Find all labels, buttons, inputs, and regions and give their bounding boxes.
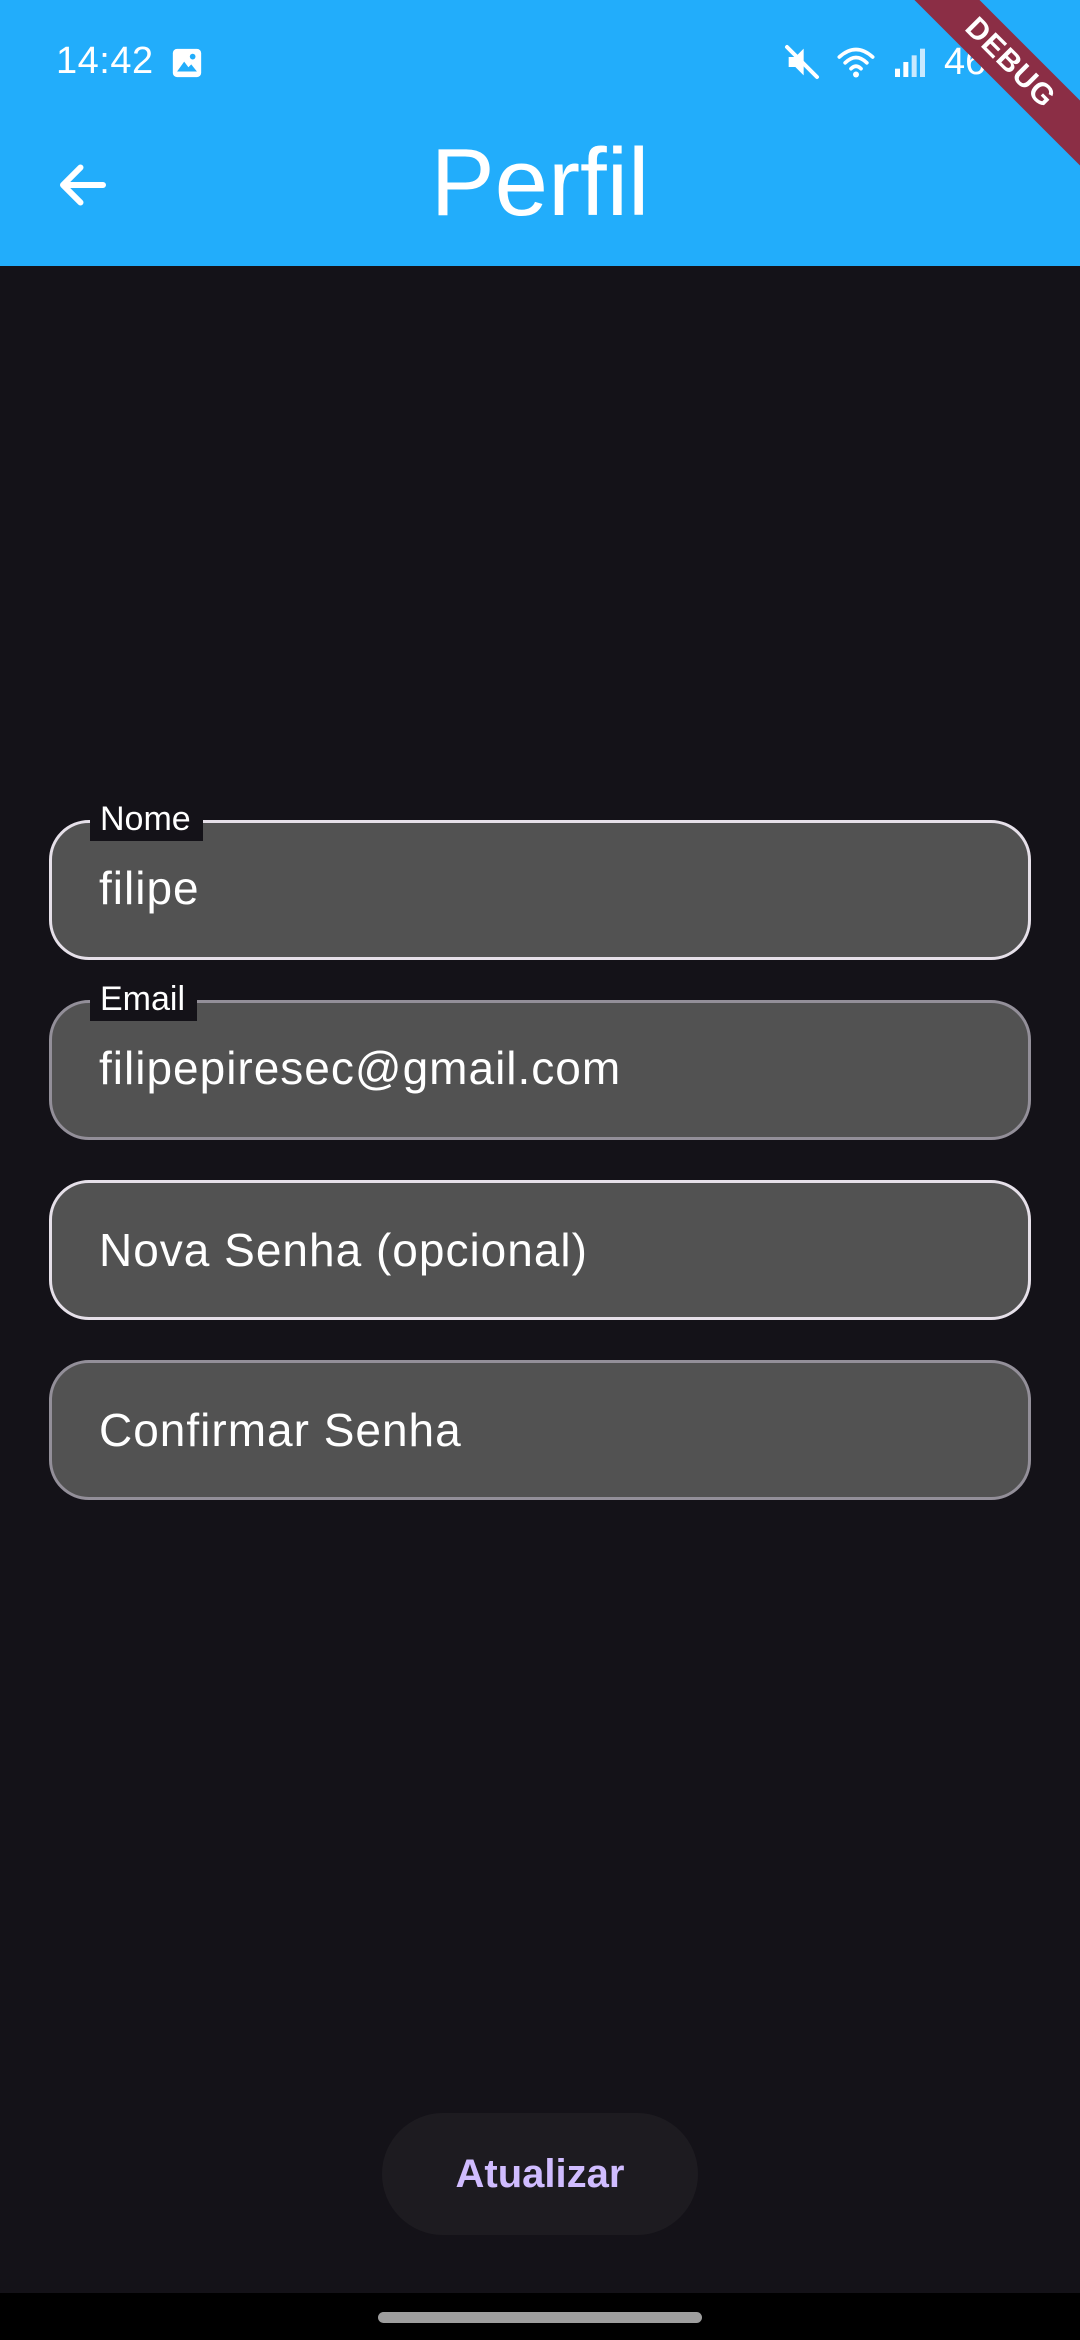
profile-screen: 14:42 46% xyxy=(0,0,1080,2340)
signal-icon xyxy=(894,48,925,77)
page-title: Perfil xyxy=(430,129,650,236)
name-field-value: filipe xyxy=(99,862,200,914)
status-time: 14:42 xyxy=(56,40,154,82)
new-password-field[interactable]: Nova Senha (opcional) xyxy=(49,1180,1031,1320)
app-bar: 14:42 46% xyxy=(0,0,1080,266)
name-field[interactable]: Nome filipe xyxy=(49,797,1031,960)
mute-icon xyxy=(784,45,819,79)
email-field[interactable]: Email filipepiresec@gmail.com xyxy=(49,977,1031,1140)
email-field-value: filipepiresec@gmail.com xyxy=(99,1042,622,1094)
wifi-icon xyxy=(837,47,875,78)
new-password-placeholder: Nova Senha (opcional) xyxy=(99,1224,588,1276)
update-button[interactable]: Atualizar xyxy=(382,2113,698,2235)
gallery-icon xyxy=(172,48,202,78)
confirm-password-field[interactable]: Confirmar Senha xyxy=(49,1360,1031,1500)
home-indicator[interactable] xyxy=(378,2312,702,2323)
confirm-password-placeholder: Confirmar Senha xyxy=(99,1404,462,1456)
